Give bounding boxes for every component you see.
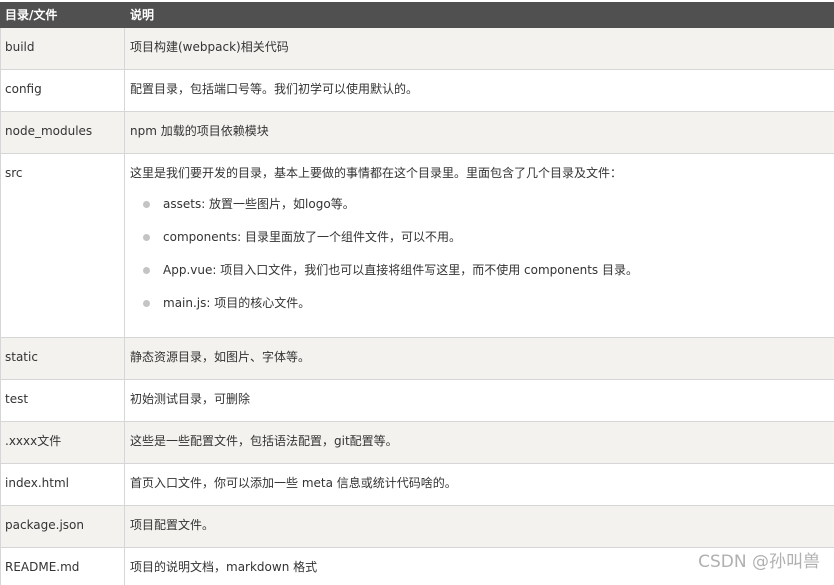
bullet-icon bbox=[143, 201, 150, 208]
row-name: static bbox=[0, 337, 125, 380]
row-name: build bbox=[0, 27, 125, 70]
row-description: 这里是我们要开发的目录，基本上要做的事情都在这个目录里。里面包含了几个目录及文件… bbox=[130, 166, 623, 180]
src-contents-list: assets: 放置一些图片，如logo等。 components: 目录里面放… bbox=[130, 196, 830, 312]
header-description: 说明 bbox=[124, 2, 834, 28]
table-row: .xxxx文件 这些是一些配置文件，包括语法配置，git配置等。 bbox=[0, 421, 834, 464]
table-row: static 静态资源目录，如图片、字体等。 bbox=[0, 337, 834, 380]
table-row: node_modules npm 加载的项目依赖模块 bbox=[0, 111, 834, 154]
row-description: 静态资源目录，如图片、字体等。 bbox=[124, 337, 834, 380]
bullet-icon bbox=[143, 234, 150, 241]
row-name: index.html bbox=[0, 463, 125, 506]
bullet-icon bbox=[143, 267, 150, 274]
list-item: main.js: 项目的核心文件。 bbox=[130, 295, 830, 312]
row-name: test bbox=[0, 379, 125, 422]
list-item: assets: 放置一些图片，如logo等。 bbox=[130, 196, 830, 213]
row-description: 初始测试目录，可删除 bbox=[124, 379, 834, 422]
row-description: 项目构建(webpack)相关代码 bbox=[124, 27, 834, 70]
table-row: index.html 首页入口文件，你可以添加一些 meta 信息或统计代码啥的… bbox=[0, 463, 834, 506]
page: 目录/文件 说明 build 项目构建(webpack)相关代码 config … bbox=[0, 0, 834, 585]
header-directory-file: 目录/文件 bbox=[0, 2, 125, 28]
row-name: package.json bbox=[0, 505, 125, 548]
row-description: npm 加载的项目依赖模块 bbox=[124, 111, 834, 154]
row-description: 项目配置文件。 bbox=[124, 505, 834, 548]
bullet-icon bbox=[143, 300, 150, 307]
row-description-cell: 这里是我们要开发的目录，基本上要做的事情都在这个目录里。里面包含了几个目录及文件… bbox=[124, 153, 834, 338]
row-description: 首页入口文件，你可以添加一些 meta 信息或统计代码啥的。 bbox=[124, 463, 834, 506]
list-item-text: App.vue: 项目入口文件，我们也可以直接将组件写这里，而不使用 compo… bbox=[163, 263, 638, 277]
list-item: components: 目录里面放了一个组件文件，可以不用。 bbox=[130, 229, 830, 246]
row-name: README.md bbox=[0, 547, 125, 585]
table-row: package.json 项目配置文件。 bbox=[0, 505, 834, 548]
list-item-text: components: 目录里面放了一个组件文件，可以不用。 bbox=[163, 230, 461, 244]
table-row: test 初始测试目录，可删除 bbox=[0, 379, 834, 422]
table-row: config 配置目录，包括端口号等。我们初学可以使用默认的。 bbox=[0, 69, 834, 112]
table-header-row: 目录/文件 说明 bbox=[0, 2, 834, 28]
table-row: src 这里是我们要开发的目录，基本上要做的事情都在这个目录里。里面包含了几个目… bbox=[0, 153, 834, 338]
list-item-text: main.js: 项目的核心文件。 bbox=[163, 296, 311, 310]
directory-table: 目录/文件 说明 build 项目构建(webpack)相关代码 config … bbox=[0, 2, 834, 585]
row-name: node_modules bbox=[0, 111, 125, 154]
list-item-text: assets: 放置一些图片，如logo等。 bbox=[163, 197, 355, 211]
row-description: 这些是一些配置文件，包括语法配置，git配置等。 bbox=[124, 421, 834, 464]
row-name: src bbox=[0, 153, 125, 338]
csdn-watermark: CSDN @孙叫兽 bbox=[698, 552, 820, 572]
list-item: App.vue: 项目入口文件，我们也可以直接将组件写这里，而不使用 compo… bbox=[130, 262, 830, 279]
row-name: .xxxx文件 bbox=[0, 421, 125, 464]
table-row: build 项目构建(webpack)相关代码 bbox=[0, 27, 834, 70]
row-description: 配置目录，包括端口号等。我们初学可以使用默认的。 bbox=[124, 69, 834, 112]
row-name: config bbox=[0, 69, 125, 112]
